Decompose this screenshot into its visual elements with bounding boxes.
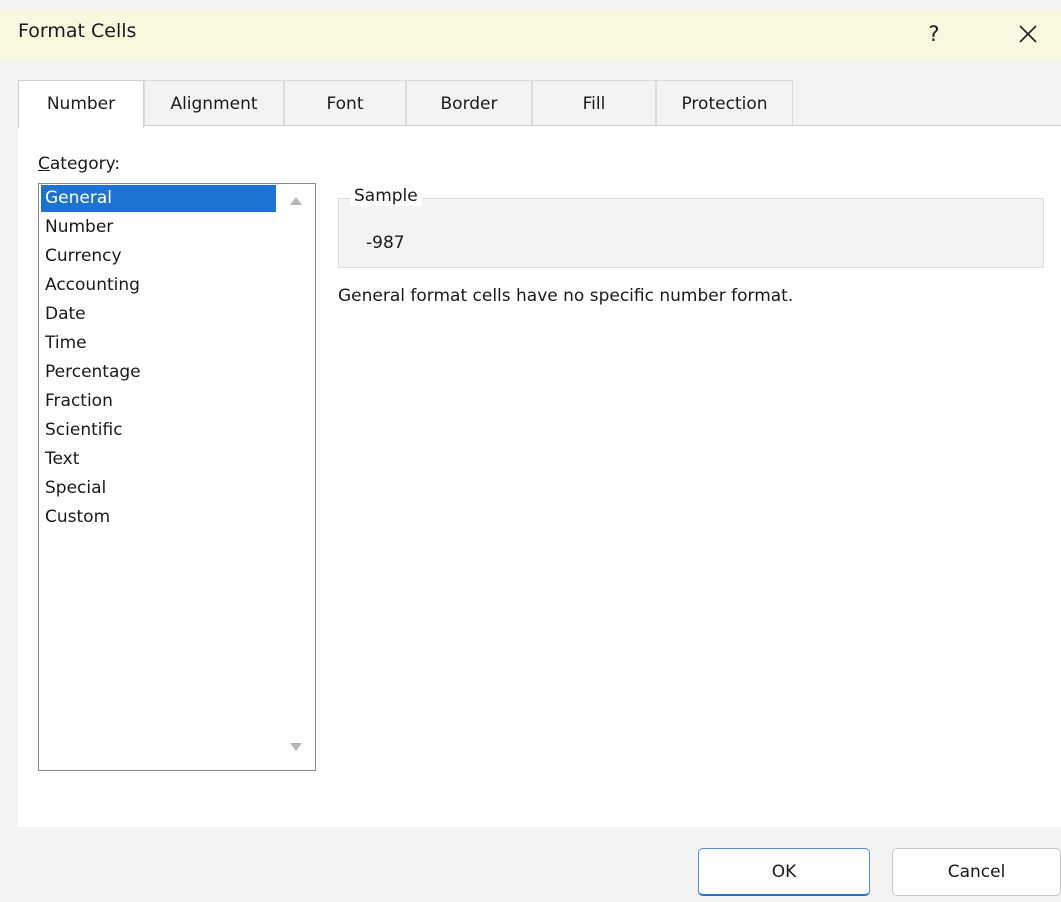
category-item-general[interactable]: General — [41, 185, 276, 212]
help-button[interactable]: ? — [918, 18, 950, 50]
category-label-text: ategory: — [49, 154, 121, 174]
dialog-title: Format Cells — [18, 20, 137, 42]
close-icon — [1019, 25, 1037, 43]
tab-alignment[interactable]: Alignment — [144, 80, 284, 126]
tab-font[interactable]: Font — [284, 80, 406, 126]
sample-group — [338, 198, 1044, 268]
format-cells-dialog: Format Cells ? Number Alignment Font Bor… — [0, 0, 1061, 902]
title-bar: Format Cells ? — [0, 10, 1061, 60]
category-item-currency[interactable]: Currency — [41, 243, 276, 270]
format-description: General format cells have no specific nu… — [338, 286, 794, 306]
tab-number[interactable]: Number — [18, 80, 144, 128]
category-listbox[interactable]: General Number Currency Accounting Date … — [38, 183, 316, 771]
category-item-text[interactable]: Text — [41, 446, 276, 473]
category-item-custom[interactable]: Custom — [41, 504, 276, 531]
cancel-button[interactable]: Cancel — [892, 848, 1061, 896]
category-item-percentage[interactable]: Percentage — [41, 359, 276, 386]
category-item-number[interactable]: Number — [41, 214, 276, 241]
category-item-fraction[interactable]: Fraction — [41, 388, 276, 415]
tab-border[interactable]: Border — [406, 80, 532, 126]
scroll-down-icon[interactable] — [289, 740, 303, 754]
tab-protection[interactable]: Protection — [656, 80, 793, 126]
sample-value: -987 — [366, 233, 405, 253]
category-item-date[interactable]: Date — [41, 301, 276, 328]
scroll-up-icon[interactable] — [289, 194, 303, 208]
number-tab-panel: Category: General Number Currency Accoun… — [18, 125, 1061, 827]
category-label-accesskey: C — [38, 154, 50, 174]
category-item-accounting[interactable]: Accounting — [41, 272, 276, 299]
category-scrollbar[interactable] — [278, 184, 315, 770]
category-item-special[interactable]: Special — [41, 475, 276, 502]
category-item-scientific[interactable]: Scientific — [41, 417, 276, 444]
category-label: Category: — [38, 154, 120, 174]
category-item-time[interactable]: Time — [41, 330, 276, 357]
tab-fill[interactable]: Fill — [532, 80, 656, 126]
ok-button[interactable]: OK — [698, 848, 870, 896]
close-button[interactable] — [1010, 16, 1046, 52]
sample-legend: Sample — [350, 186, 422, 206]
